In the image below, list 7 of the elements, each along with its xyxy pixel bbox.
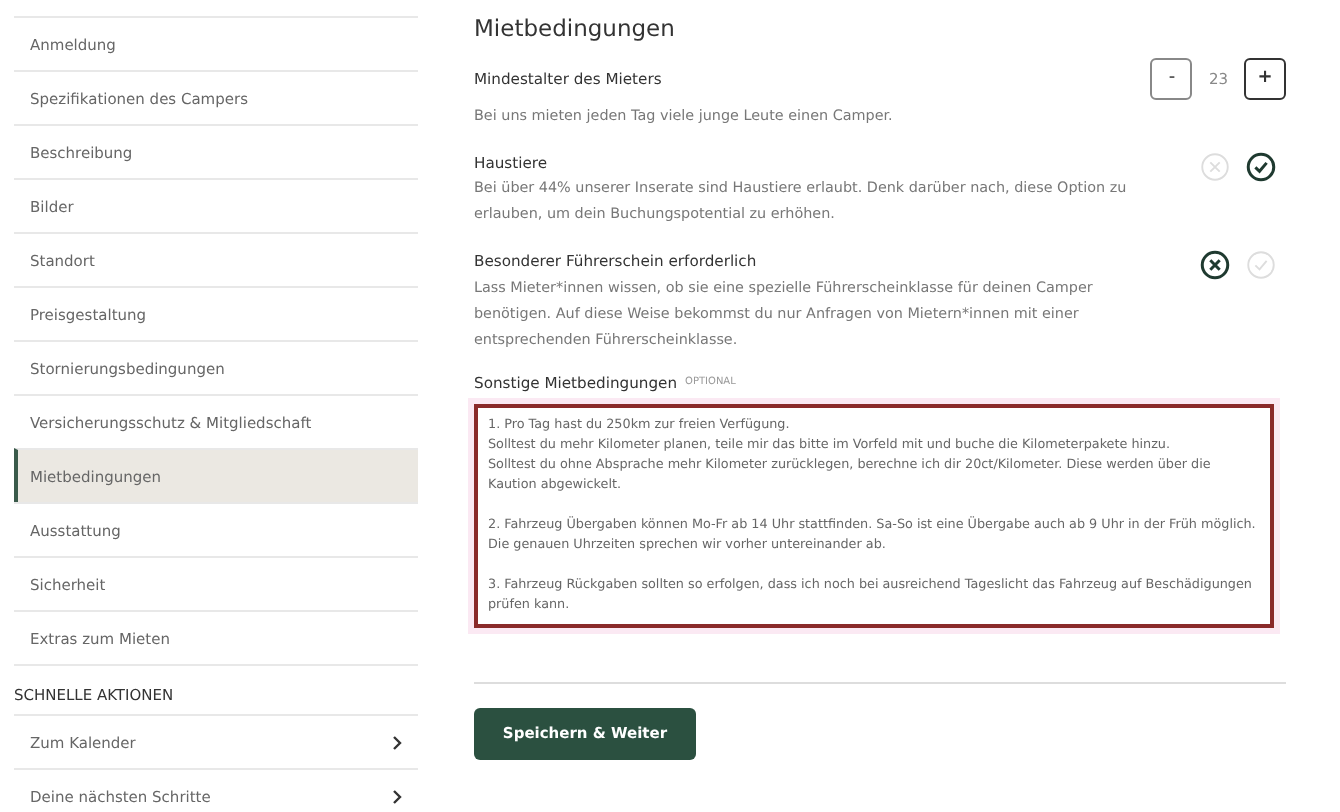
- decrement-button[interactable]: -: [1150, 57, 1193, 100]
- x-circle-icon[interactable]: [1200, 250, 1230, 281]
- chevron-right-icon: [392, 735, 402, 750]
- increment-button[interactable]: +: [1244, 57, 1286, 100]
- chevron-right-icon: [392, 789, 402, 804]
- check-circle-icon[interactable]: [1246, 151, 1276, 182]
- page-title: Mietbedingungen: [474, 16, 677, 44]
